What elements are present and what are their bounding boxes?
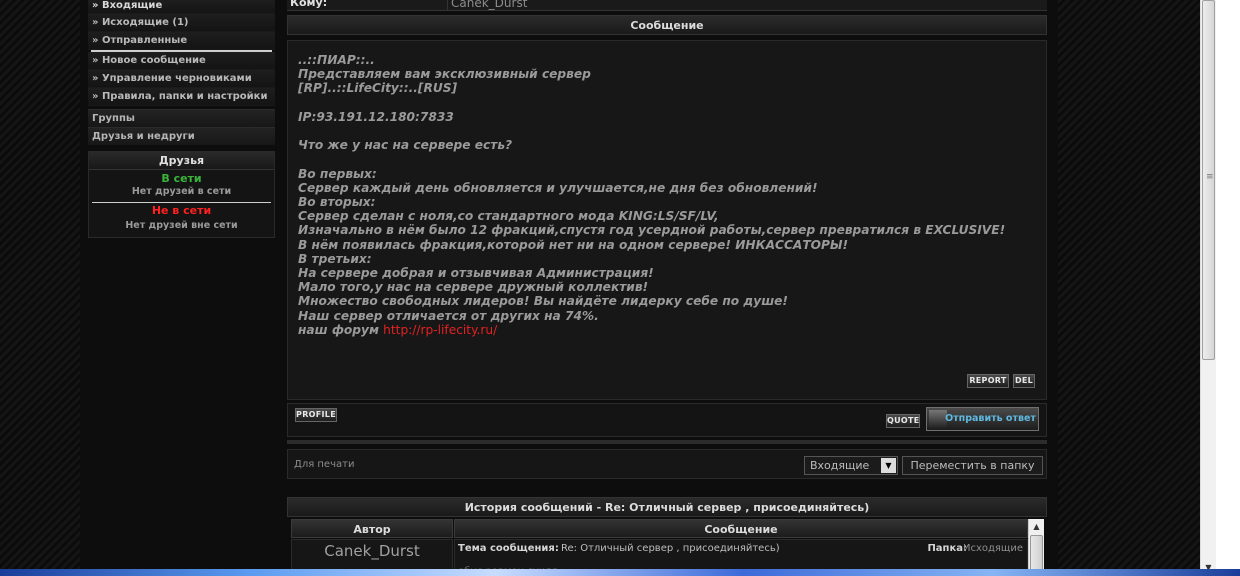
message-line: Мало того,у нас на сервере дружный колле… bbox=[298, 280, 649, 295]
message-line: Представляем вам эксклюзивный сервер bbox=[298, 67, 591, 82]
reply-button[interactable]: Отправить ответ bbox=[926, 407, 1039, 431]
recipient-value[interactable]: Canek_Durst bbox=[447, 0, 527, 10]
message-header: Сообщение bbox=[287, 15, 1047, 35]
history-scrollbar[interactable]: ▲ bbox=[1028, 519, 1044, 576]
sidebar-item-drafts[interactable]: » Управление черновиками bbox=[88, 70, 275, 88]
history-col-message: Сообщение bbox=[454, 519, 1028, 538]
report-button[interactable]: REPORT bbox=[967, 374, 1009, 388]
actions-bar: Для печати Входящие ▼ Переместить в папк… bbox=[287, 449, 1047, 479]
message-line: Изначально в нём было 12 фракций,спустя … bbox=[298, 223, 1006, 238]
taskbar bbox=[0, 569, 1240, 576]
scroll-up-icon[interactable]: ▲ bbox=[1029, 519, 1044, 534]
message-line: ..::ПИАР::.. bbox=[298, 53, 375, 67]
reply-button-label: Отправить ответ bbox=[945, 413, 1036, 424]
friends-offline-label: Не в сети bbox=[151, 204, 212, 217]
background-right bbox=[1058, 0, 1200, 576]
history-subject-value: Re: Отличный сервер , присоединяйтесь) bbox=[561, 543, 780, 554]
section-divider bbox=[287, 440, 1047, 444]
grip-icon: ≡ bbox=[1206, 172, 1214, 182]
history-table: Автор Сообщение Canek_Durst Тема сообщен… bbox=[291, 519, 1028, 576]
friends-online-label: В сети bbox=[161, 172, 202, 185]
sidebar-item-outbox[interactable]: » Исходящие (1) bbox=[88, 14, 275, 32]
message-line: В третьих: bbox=[298, 251, 372, 266]
history-col-author: Автор bbox=[291, 519, 453, 538]
page-scroll-thumb[interactable]: ≡ bbox=[1202, 0, 1215, 360]
message-line: В нём появилась фракция,которой нет ни н… bbox=[298, 237, 849, 252]
message-line: IP:93.191.12.180:7833 bbox=[298, 109, 454, 124]
recipient-row: Кому: Canek_Durst bbox=[287, 0, 1047, 11]
print-link[interactable]: Для печати bbox=[294, 459, 354, 470]
folder-select-value: Входящие bbox=[810, 459, 870, 472]
message-line: Множество свободных лидеров! Вы найдёте … bbox=[298, 294, 788, 309]
history-folder-value: Исходящие bbox=[962, 543, 1023, 554]
sidebar-item-rules[interactable]: » Правила, папки и настройки bbox=[88, 88, 275, 106]
history-header: История сообщений - Re: Отличный сервер … bbox=[287, 497, 1047, 517]
sidebar-item-new-message[interactable]: » Новое сообщение bbox=[88, 52, 275, 70]
friends-online-empty: Нет друзей в сети bbox=[131, 186, 232, 197]
message-body: ..::ПИАР::.. Представляем вам эксклюзивн… bbox=[287, 40, 1047, 400]
message-line: Во вторых: bbox=[298, 195, 376, 210]
profile-button[interactable]: PROFILE bbox=[295, 408, 337, 422]
message-line: Наш сервер отличается от других на 74%. bbox=[298, 308, 599, 323]
friends-title: Друзья bbox=[89, 152, 274, 170]
sidebar-item-sent[interactable]: » Отправленные bbox=[88, 32, 275, 50]
page-scrollbar[interactable]: ≡ ▼ bbox=[1200, 0, 1216, 576]
history-subject-label: Тема сообщения: bbox=[458, 543, 559, 554]
folder-select[interactable]: Входящие ▼ bbox=[804, 456, 898, 475]
sidebar-item-groups[interactable]: Группы bbox=[88, 109, 275, 127]
sidebar-item-inbox[interactable]: » Входящие bbox=[88, 0, 275, 14]
move-to-folder-button[interactable]: Переместить в папку bbox=[902, 456, 1043, 475]
message-line: Что же у нас на сервере есть? bbox=[298, 138, 513, 153]
message-line: [RP]..::LifeCity::..[RUS] bbox=[298, 81, 458, 96]
message-line: Сервер каждый день обновляется и улучшае… bbox=[298, 180, 818, 195]
friends-panel: Друзья В сети Нет друзей в сети Не в сет… bbox=[88, 151, 275, 238]
recipient-label: Кому: bbox=[290, 0, 328, 9]
message-line: На сервере добрая и отзывчивая Администр… bbox=[298, 266, 654, 281]
delete-button[interactable]: DEL bbox=[1013, 374, 1035, 388]
message-line: Сервер сделан с ноля,со стандартного мод… bbox=[298, 209, 719, 224]
sidebar-item-friends-foes[interactable]: Друзья и недруги bbox=[88, 127, 275, 145]
message-line: Во первых: bbox=[298, 166, 377, 181]
friends-offline-empty: Нет друзей вне сети bbox=[125, 220, 238, 231]
sidebar: » Входящие » Исходящие (1) » Отправленны… bbox=[88, 0, 275, 238]
history-folder-label: Папка: bbox=[927, 543, 967, 554]
forum-prefix: наш форум bbox=[298, 322, 384, 337]
window-edge bbox=[1216, 0, 1240, 576]
message-text: ..::ПИАР::.. Представляем вам эксклюзивн… bbox=[298, 53, 1005, 337]
chevron-down-icon[interactable]: ▼ bbox=[881, 458, 896, 473]
forum-link[interactable]: http://rp-lifecity.ru/ bbox=[383, 323, 497, 337]
friends-divider bbox=[92, 202, 271, 203]
background-left bbox=[0, 0, 80, 576]
quote-button[interactable]: QUOTE bbox=[886, 414, 920, 428]
